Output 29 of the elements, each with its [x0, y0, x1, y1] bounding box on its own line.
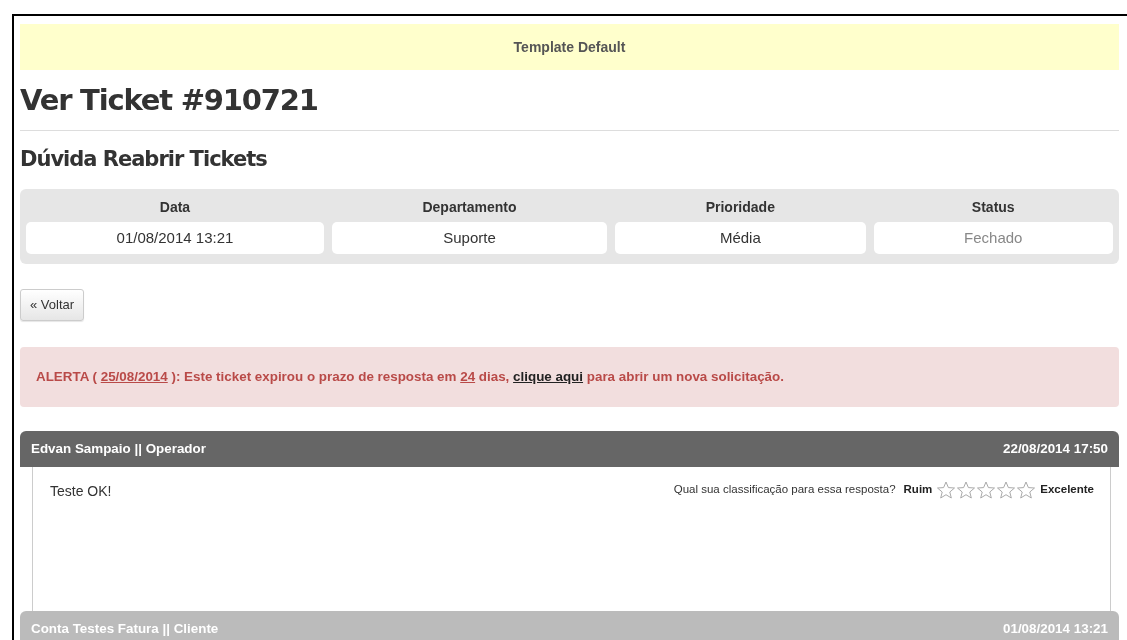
- info-label: Status: [971, 197, 1015, 217]
- date-link[interactable]: 25/08/2014: [100, 368, 168, 384]
- action-link[interactable]: clique aqui: [513, 368, 584, 384]
- info-label: Departamento: [422, 197, 517, 217]
- star-icon[interactable]: [976, 481, 997, 500]
- message-text: Teste OK!: [50, 482, 112, 502]
- star-icon[interactable]: [996, 481, 1017, 500]
- info-label: Prioridade: [705, 197, 775, 217]
- info-value: Fechado: [873, 221, 1113, 255]
- message-author: Conta Testes Fatura || Cliente: [31, 620, 219, 639]
- message-date: 01/08/2014 13:21: [1003, 620, 1108, 639]
- alert-message: ALERTA ( 25/08/2014 ): Este ticket expirou o prazo de resposta em 24 dias, clique aqui para abrir um nova solicitação.: [36, 368, 784, 384]
- info-value: Suporte: [331, 221, 608, 255]
- star-icon[interactable]: [1016, 481, 1037, 500]
- info-label: Data: [159, 197, 191, 217]
- star-icon[interactable]: [956, 481, 977, 500]
- rating-high-label: Excelente: [1040, 482, 1094, 498]
- message-author: Edvan Sampaio || Operador: [31, 440, 206, 458]
- days-link[interactable]: 24: [460, 368, 476, 384]
- rating-question: Qual sua classificação para essa resposta?: [673, 482, 896, 498]
- message-date: 22/08/2014 17:50: [1003, 440, 1108, 458]
- rating-low-label: Ruim: [903, 482, 933, 498]
- back-button[interactable]: « Voltar: [20, 289, 85, 321]
- ticket-subject: Dúvida Reabrir Tickets: [20, 146, 267, 172]
- star-icon[interactable]: [936, 481, 957, 500]
- template-label: Template Default: [513, 37, 626, 57]
- page-title: Ver Ticket #910721: [20, 82, 318, 119]
- info-value: Média: [615, 221, 866, 255]
- info-value: 01/08/2014 13:21: [26, 221, 324, 255]
